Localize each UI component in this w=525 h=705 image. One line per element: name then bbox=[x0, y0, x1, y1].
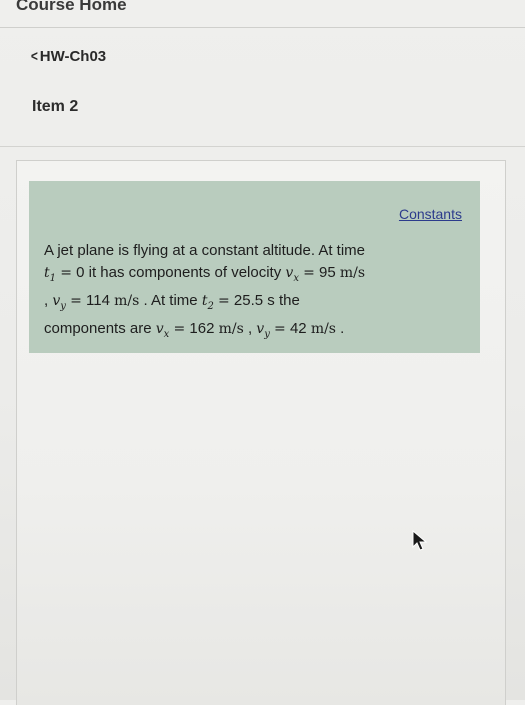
vx1-value: 95 bbox=[319, 264, 336, 281]
course-home-link[interactable]: Course Home bbox=[16, 0, 127, 15]
constants-link[interactable]: Constants bbox=[399, 206, 462, 222]
t1-value: 0 bbox=[76, 264, 85, 281]
vx2-value: 162 bbox=[189, 319, 215, 337]
vy-symbol: vy bbox=[256, 320, 270, 340]
vy1-value: 114 bbox=[86, 291, 110, 309]
unit-m-per-s: m/s bbox=[114, 292, 140, 309]
problem-line-1: A jet plane is flying at a constant alti… bbox=[44, 242, 366, 259]
vy-symbol: vy bbox=[52, 292, 66, 312]
section-divider bbox=[0, 146, 525, 147]
back-to-assignment-link[interactable]: < HW-Ch03 bbox=[30, 48, 106, 65]
unit-m-per-s: m/s bbox=[218, 320, 244, 337]
problem-line-3: , vy = 114 m/s . At time t2 = 25.5 s the bbox=[44, 291, 300, 312]
problem-statement-box: Constants A jet plane is flying at a con… bbox=[29, 181, 480, 353]
mouse-pointer-icon bbox=[412, 530, 428, 551]
t2-value: 25.5 bbox=[233, 291, 264, 309]
item-title: Item 2 bbox=[32, 98, 79, 115]
problem-text: A jet plane is flying at a constant alti… bbox=[44, 240, 474, 345]
vx-symbol: vx bbox=[155, 320, 170, 340]
t2-symbol: t2 bbox=[201, 292, 214, 312]
vx-symbol: vx bbox=[285, 265, 299, 284]
header-divider bbox=[0, 27, 525, 28]
problem-line-2: t1 = 0 it has components of velocity vx … bbox=[44, 264, 366, 284]
problem-line-4: components are vx = 162 m/s , vy = 42 m/… bbox=[44, 319, 345, 340]
unit-m-per-s: m/s bbox=[339, 265, 366, 281]
assignment-name: HW-Ch03 bbox=[39, 48, 107, 65]
vy2-value: 42 bbox=[289, 319, 307, 337]
unit-m-per-s: m/s bbox=[310, 320, 336, 337]
t1-symbol: t1 bbox=[44, 265, 57, 284]
chevron-left-icon: < bbox=[30, 48, 38, 65]
